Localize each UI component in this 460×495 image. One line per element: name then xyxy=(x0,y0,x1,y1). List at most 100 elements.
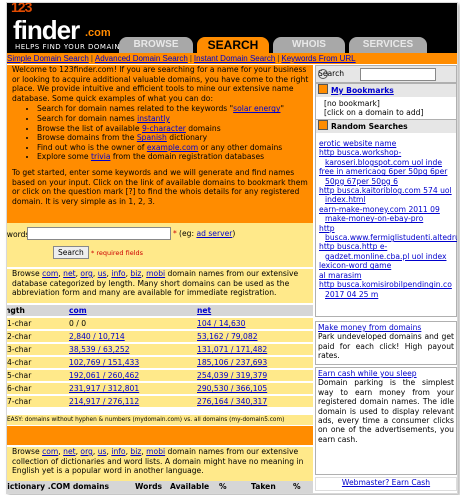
required-fields-note: * required fields xyxy=(91,249,144,257)
ad-title-earn-cash[interactable]: Earn cash while you sleep xyxy=(318,369,454,378)
nav-keywords-from-url[interactable]: Keywords From URL xyxy=(281,54,355,63)
example-link-example-com[interactable]: example.com xyxy=(147,143,198,152)
column-header-com[interactable]: com xyxy=(69,306,87,316)
example-link-solar-energy[interactable]: solar energy xyxy=(233,104,280,113)
browse-length-text: Browse com, net, org, us, info, biz, mob… xyxy=(12,269,299,298)
intro-paragraph: Welcome to 123finder.com! If you are sea… xyxy=(12,65,309,103)
random-search-link[interactable]: earn-make-money.com 2011 09 make-money-o… xyxy=(316,205,456,224)
ad-box-make-money: Make money from domains Park undeveloped… xyxy=(315,321,457,365)
example-link-trivia[interactable]: trivia xyxy=(91,152,110,161)
table-row: 6-char 231,917 / 312,801 290,530 / 366,1… xyxy=(7,383,313,395)
tld-link-biz[interactable]: biz xyxy=(130,269,141,278)
list-item: Search for domain names related to the k… xyxy=(37,104,313,114)
example-link-9-character[interactable]: 9-character xyxy=(142,124,186,133)
random-search-link[interactable]: http busca.komisirobilpendingin.co 2017 … xyxy=(316,280,456,299)
random-search-link[interactable]: http busca.http e-gadzet.monline.cba.pl … xyxy=(316,242,456,261)
tld-link-us[interactable]: us xyxy=(98,269,107,278)
search-button[interactable]: Search xyxy=(53,246,89,259)
random-search-link[interactable]: free in americaog 6per 50pg 6per 50pg 67… xyxy=(316,167,456,186)
list-item: [no bookmark] xyxy=(324,99,380,108)
browse-by-dictionary-section: Browse com, net, org, us, info, biz, mob… xyxy=(7,447,313,481)
list-item: Explore some trivia from the domain regi… xyxy=(37,152,313,162)
keyword-search-form: Keywords * (eg: ad server) Search * requ… xyxy=(7,223,313,267)
dict-tld-link-info[interactable]: info xyxy=(111,447,125,456)
random-search-link[interactable]: http busca.www.fermiglistudenti.altedru xyxy=(316,224,457,243)
bookmark-icon xyxy=(318,84,328,94)
table-row: 1-char 0 / 0 104 / 14,630 xyxy=(7,318,313,330)
sidebar-search: Search xyxy=(315,65,457,83)
example-link-instantly[interactable]: instantly xyxy=(137,114,170,123)
column-header-length: Length xyxy=(7,306,25,315)
list-item: Browse domains from the Spanish dictiona… xyxy=(37,133,313,143)
ad-text-earn-cash: Domain parking is the simplest way to ea… xyxy=(318,378,454,444)
keywords-input[interactable] xyxy=(27,227,171,240)
random-search-link[interactable]: http busca.kaitoriblog.com 574 uol index… xyxy=(316,186,456,205)
bookmarks-list: [no bookmark] [click on a domain to add] xyxy=(316,97,456,120)
my-bookmarks-link[interactable]: My Bookmarks xyxy=(331,86,394,95)
browse-by-length-section: Browse com, net, org, us, info, biz, mob… xyxy=(7,269,313,303)
random-search-link[interactable]: lexicon-word game xyxy=(316,261,456,270)
nav-simple-search[interactable]: Simple Domain Search xyxy=(7,54,89,63)
ad-box-earn-cash: Earn cash while you sleep Domain parking… xyxy=(315,367,457,475)
tld-link-mobi[interactable]: mobi xyxy=(146,269,165,278)
table-row: 5-char 192,061 / 260,462 254,039 / 319,3… xyxy=(7,370,313,382)
dict-tld-link-net[interactable]: net xyxy=(63,447,75,456)
tab-services[interactable]: SERVICES xyxy=(349,37,427,53)
logo[interactable]: finder xyxy=(13,15,80,46)
dict-tld-link-us[interactable]: us xyxy=(98,447,107,456)
tld-link-com[interactable]: com xyxy=(42,269,58,278)
dict-tld-link-mobi[interactable]: mobi xyxy=(146,447,165,456)
column-header-available-percent: % xyxy=(219,482,227,491)
required-mark: * xyxy=(173,229,177,238)
nav-instant-search[interactable]: Instant Domain Search xyxy=(194,54,275,63)
list-icon xyxy=(318,120,328,130)
example-ad-server-link[interactable]: ad server xyxy=(196,229,232,238)
tab-whois[interactable]: WHOIS xyxy=(273,37,345,53)
table-row: 7-char 214,917 / 276,112 276,164 / 340,3… xyxy=(7,396,313,408)
webmaster-box: Webmaster? Earn Cash xyxy=(315,477,457,491)
random-search-link[interactable]: http busca.workshop-karoseri.blogspot.co… xyxy=(316,148,456,167)
table-row: 2-char 2,840 / 10,714 53,162 / 79,082 xyxy=(7,331,313,343)
column-header-dictionary: Dictionary .COM domains xyxy=(7,482,110,491)
keywords-example: (eg: ad server) xyxy=(179,229,236,238)
table-row: 4-char 102,769 / 151,433 185,106 / 237,6… xyxy=(7,357,313,369)
tld-link-info[interactable]: info xyxy=(111,269,125,278)
column-header-net[interactable]: net xyxy=(197,306,211,316)
list-item: Browse the list of available 9-character… xyxy=(37,124,313,134)
list-item: [click on a domain to add] xyxy=(324,108,424,118)
random-search-link[interactable]: erotic website name xyxy=(316,139,456,148)
bookmarks-header: My Bookmarks xyxy=(316,84,456,97)
sub-navigation: Simple Domain Search | Advanced Domain Sea… xyxy=(7,53,457,64)
ad-title-make-money[interactable]: Make money from domains xyxy=(318,323,454,332)
logo-tagline: HELPS FIND YOUR DOMAINS xyxy=(15,43,126,51)
webmaster-earn-cash-link[interactable]: Webmaster? Earn Cash xyxy=(342,478,430,487)
table-row: 3-char 38,539 / 63,252 131,071 / 171,482 xyxy=(7,344,313,356)
main-content: Welcome to 123finder.com! If you are sea… xyxy=(7,65,313,493)
table-legend-note: EASY: domains without hyphen & numbers (… xyxy=(7,415,313,425)
dict-tld-link-org[interactable]: org xyxy=(80,447,92,456)
instructions-paragraph: To get started, enter some keywords and … xyxy=(12,167,308,206)
tab-browse[interactable]: BROWSE xyxy=(119,37,193,53)
example-link-spanish[interactable]: Spanish xyxy=(137,133,167,142)
column-header-available: Available xyxy=(170,482,210,491)
tld-link-net[interactable]: net xyxy=(63,269,75,278)
column-header-taken: Taken xyxy=(251,482,276,491)
logo-prefix: 123 xyxy=(11,3,32,15)
sidebar-search-input[interactable] xyxy=(360,68,436,81)
dict-tld-link-biz[interactable]: biz xyxy=(130,447,141,456)
tab-search[interactable]: SEARCH xyxy=(197,37,269,53)
dictionary-table-header: Dictionary .COM domains Words Available … xyxy=(7,481,313,493)
nav-advanced-search[interactable]: Advanced Domain Search xyxy=(95,54,188,63)
column-header-words: Words xyxy=(135,482,163,491)
random-searches-header: Random Searches xyxy=(316,120,456,133)
random-searches-box: Random Searches erotic website name http… xyxy=(315,119,457,317)
examples-list: Search for domain names related to the k… xyxy=(7,104,313,162)
table-header-row: Length com net xyxy=(7,305,313,317)
list-item: Search for domain names instantly xyxy=(37,114,313,124)
list-item: Find out who is the owner of example.com… xyxy=(37,143,313,153)
site-header: 123 finder .com HELPS FIND YOUR DOMAINS … xyxy=(7,3,457,53)
search-icon[interactable] xyxy=(318,69,328,79)
random-search-link[interactable]: al marasim xyxy=(316,271,456,280)
tld-link-org[interactable]: org xyxy=(80,269,92,278)
dict-tld-link-com[interactable]: com xyxy=(42,447,58,456)
